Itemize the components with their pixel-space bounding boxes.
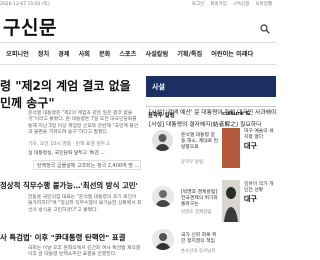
columnist-avatar[interactable] [152,130,173,151]
columnist-section-title[interactable]: 윤학우 칼럼 [148,111,175,119]
columnist-article-link[interactable]: 국가 신뢰 회복 위한 정치권의 책임 [181,233,219,245]
search-icon[interactable] [260,19,270,34]
login-link[interactable]: 로그인 [192,1,204,7]
editorial-header[interactable]: 사설 [146,76,276,97]
nav-item-culture[interactable]: 문화 [99,49,110,58]
signup-link[interactable]: 회원가입 [210,1,227,7]
lead-headline-line2[interactable]: 민께 송구" [0,95,142,112]
main-navigation: 오피니언 정치 경제 사회 문화 스포츠 사설칼럼 기획/특집 어린이는 미래다 [0,42,276,65]
nav-item-politics[interactable]: 정치 [38,49,49,58]
culture-photo[interactable] [222,180,240,222]
masthead: 구신문 [0,11,276,42]
current-date: 2026-12-07 11:02 (토) [0,2,50,7]
section-divider [146,106,276,107]
culture-article-link[interactable]: 김유이 작가 개인전 성황 [244,182,274,194]
columnist-article-link[interactable]: 윤석열 대통령 갈등 해소, 제대로 된 방향으로 [181,133,219,152]
lead-meta: 기자, 오전 10시 영종 · 탄핵 표결 앞두고 [28,142,110,147]
columnist-avatar[interactable] [152,229,174,250]
columnist-avatar[interactable] [152,186,174,207]
culture-article-title[interactable]: 대구 [244,141,257,151]
culture-article-link[interactable]: 대구 예술의 새 지평 열다 [244,129,274,141]
mobile-web-link[interactable]: 모바일웹 [255,1,272,7]
columnist-article-link[interactable]: [박영호 경제칼럼] 한국경제의 위기와 돌파구는 [181,190,219,209]
nav-item-economy[interactable]: 경제 [58,49,69,58]
nav-item-features[interactable]: 기획/특집 [177,49,202,58]
editorial-item[interactable]: [사설] 대통령의 결자해지(結者解之) 필요하다 [149,119,261,128]
lead-headline[interactable]: 령 "제2의 계엄 결코 없을 민께 송구" [0,78,142,112]
nav-item-editorials[interactable]: 사설칼럼 [145,49,168,58]
utility-links: 로그인 회원가입 구독신청 모바일웹 [192,1,272,7]
culture-article-title[interactable]: 대구 [244,194,257,204]
lead-headline-line1[interactable]: 령 "제2의 계엄 결코 없을 [0,78,142,95]
nav-item-society[interactable]: 사회 [79,49,90,58]
nav-item-sports[interactable]: 스포츠 [119,49,136,58]
story2-headline[interactable]: 정상적 직무수행 불가능…'최선의 방식 고민' [0,180,150,191]
columnist-name: 윤학우 칼럼 [181,160,204,165]
nav-item-opinion[interactable]: 오피니언 [6,49,29,58]
nav-item-children[interactable]: 어린이는 미래다 [211,49,253,58]
lead-related-link[interactable]: 실 대통령실, 국민담화 앞두고 '특검 ... [28,149,142,156]
story2-summary: 한동훈 국민의힘 대표는 "윤석열 대통령의 조기 퇴진이 불가피하다"며 "정… [28,195,142,213]
story3-headline[interactable]: 사 특검법' 이후 "尹대통령 탄핵안" 표결 [0,232,150,243]
lead-summary: 윤석열 대통령은 "제2의 계엄과 같은 일은 결코 없을 것"이라고 밝혔다.… [28,111,139,135]
culture-photo[interactable] [222,128,240,168]
related-more-link[interactable]: 탄핵정국 급물살에 고조되는 정국 2,400여 명 ... [33,160,141,170]
story3-summary: 국회는 이날 오후 본회의에서 김건희 여사 특검법 재의결 이후 윤 대통령 … [28,246,141,258]
columnist-name: 박영호 경제칼럼 [181,210,212,215]
subscribe-link[interactable]: 구독신청 [233,1,250,7]
site-logo[interactable]: 구신문 [3,13,57,40]
culture-section-title[interactable]: culture & [222,111,250,117]
columnist-name: 손소선의 동서남북 [181,249,216,254]
utility-bar: 2026-12-07 11:02 (토) 로그인 회원가입 구독신청 모바일웹 [0,0,276,9]
